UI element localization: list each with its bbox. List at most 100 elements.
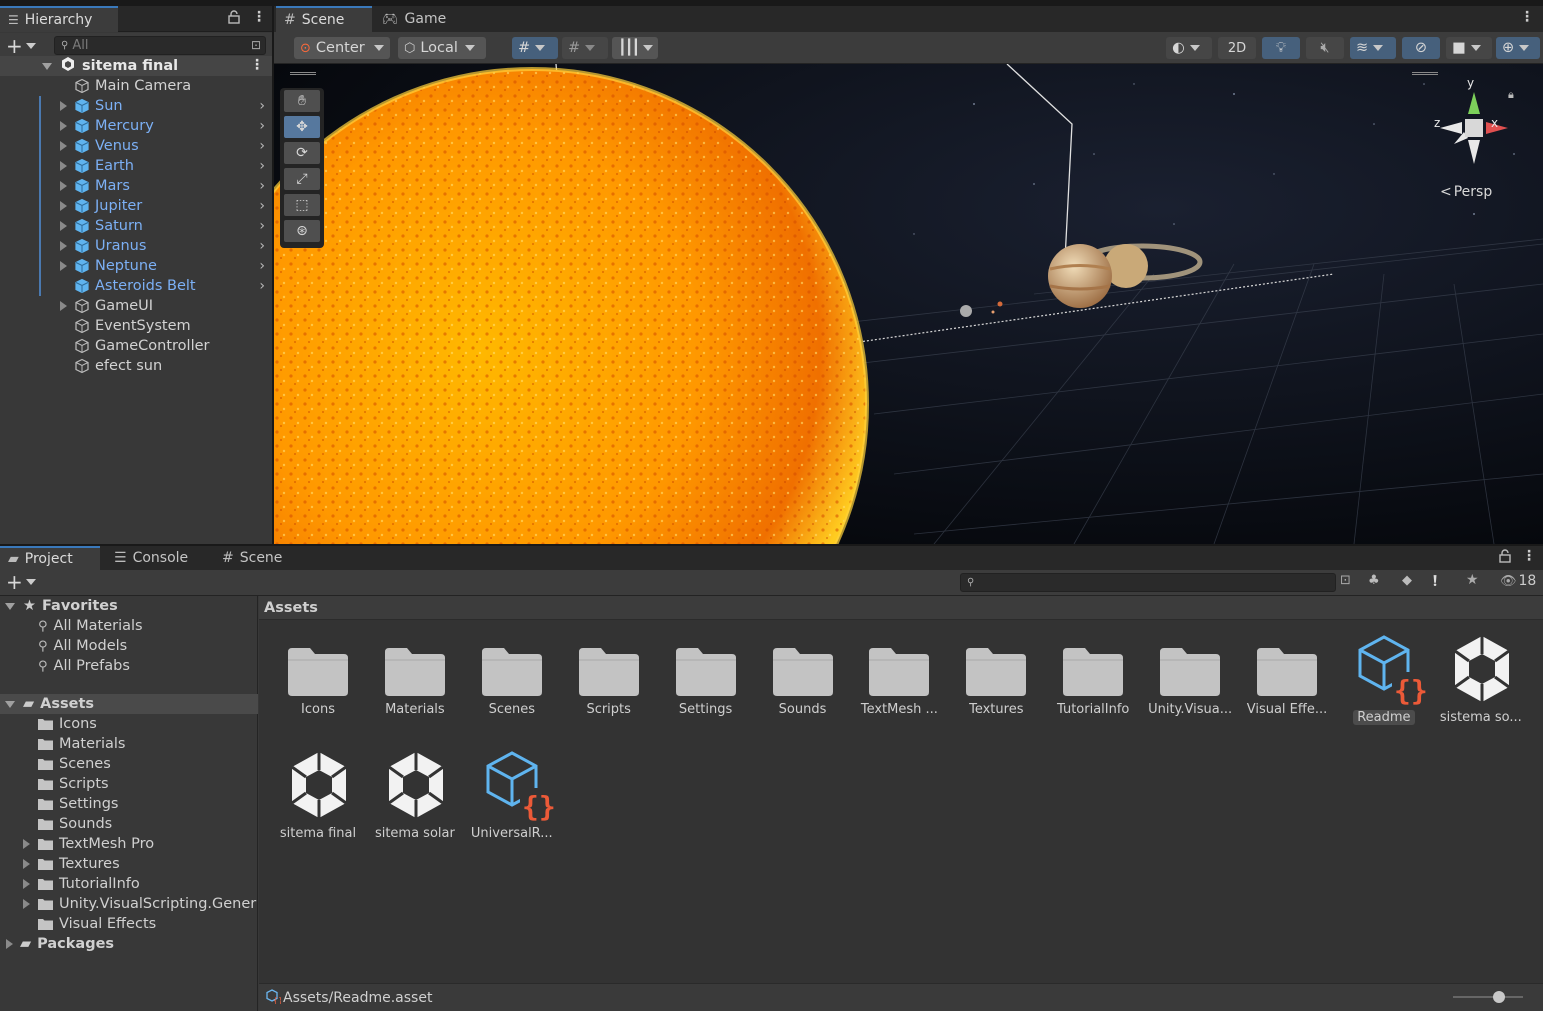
hierarchy-item[interactable]: Main Camera (0, 76, 272, 96)
chevron-right-icon[interactable]: › (259, 278, 265, 294)
expand-arrow-icon[interactable] (60, 201, 67, 211)
hierarchy-search-input[interactable]: ⚲ All ⊡ (54, 36, 266, 55)
tab-scene[interactable]: # Scene (276, 6, 372, 32)
expand-arrow-icon[interactable] (5, 602, 15, 610)
asset-folder-tile[interactable]: Materials (367, 646, 463, 717)
scene-asset-tile[interactable]: sitema solar (367, 752, 463, 841)
hierarchy-item[interactable]: EventSystem (0, 316, 272, 336)
asset-folder-item[interactable]: Sounds (0, 814, 258, 834)
projection-toggle[interactable]: < Persp (1440, 184, 1492, 200)
lighting-toggle[interactable]: 💡︎ (1262, 37, 1300, 59)
favorite-star-icon[interactable]: ★ (1466, 572, 1479, 588)
scene-visibility-toggle[interactable]: ⊘ (1402, 37, 1440, 59)
asset-folder-tile[interactable]: Unity.Visua... (1142, 646, 1238, 717)
expand-arrow-icon[interactable] (60, 241, 67, 251)
expand-arrow-icon[interactable] (60, 101, 67, 111)
favorite-item[interactable]: ⚲ All Models (0, 636, 258, 656)
favorite-item[interactable]: ⚲ All Prefabs (0, 656, 258, 676)
hand-tool-button[interactable]: ✋︎ (284, 90, 320, 112)
effects-dropdown[interactable]: ≋ (1350, 37, 1396, 59)
hierarchy-item[interactable]: Mars › (0, 176, 272, 196)
asset-folder-item[interactable]: Textures (0, 854, 258, 874)
asset-folder-item[interactable]: Materials (0, 734, 258, 754)
hierarchy-item[interactable]: Earth › (0, 156, 272, 176)
asset-folder-item[interactable]: TextMesh Pro (0, 834, 258, 854)
chevron-right-icon[interactable]: › (259, 218, 265, 234)
asset-folder-tile[interactable]: Settings (658, 646, 754, 717)
pivot-mode-dropdown[interactable]: ⊙ Center (294, 37, 390, 59)
asset-folder-item[interactable]: Scenes (0, 754, 258, 774)
hidden-packages-toggle[interactable]: 👁︎ 18 (1500, 573, 1536, 589)
favorites-row[interactable]: ★ Favorites (0, 596, 258, 616)
assets-root-row[interactable]: ▰ Assets (0, 694, 258, 714)
asset-folder-tile[interactable]: Textures (948, 646, 1044, 717)
grid-snap-toggle[interactable]: # (512, 37, 558, 59)
expand-arrow-icon[interactable] (60, 261, 67, 271)
asset-folder-item[interactable]: TutorialInfo (0, 874, 258, 894)
palette-grip-icon[interactable] (290, 72, 316, 75)
asset-folder-tile[interactable]: Sounds (755, 646, 851, 717)
expand-arrow-icon[interactable] (60, 161, 67, 171)
asset-folder-item[interactable]: Unity.VisualScripting.Gener (0, 894, 258, 914)
ruler-toggle[interactable]: ┃┃┃ (612, 37, 658, 59)
chevron-right-icon[interactable]: › (259, 238, 265, 254)
increment-snap-toggle[interactable]: # (562, 37, 608, 59)
asset-folder-tile[interactable]: Scripts (561, 646, 657, 717)
expand-arrow-icon[interactable] (42, 62, 52, 70)
hierarchy-item[interactable]: Asteroids Belt › (0, 276, 272, 296)
asset-folder-tile[interactable]: Icons (270, 646, 366, 717)
pivot-rotation-dropdown[interactable]: ⬡ Local (398, 37, 486, 59)
asset-folder-tile[interactable]: TextMesh ... (851, 646, 947, 717)
search-window-icon[interactable]: ⊡ (1340, 573, 1351, 588)
chevron-right-icon[interactable]: › (259, 258, 265, 274)
hierarchy-item[interactable]: Uranus › (0, 236, 272, 256)
project-lock-icon[interactable] (1499, 549, 1511, 567)
move-tool-button[interactable]: ✥ (284, 116, 320, 138)
tab-game[interactable]: 🎮︎ Game (374, 6, 454, 32)
lock-icon[interactable] (228, 10, 240, 28)
tab-hierarchy[interactable]: ☰ Hierarchy (0, 6, 118, 32)
script-asset-tile[interactable]: {} UniversalR... (464, 751, 560, 841)
add-object-button[interactable]: + (6, 34, 36, 58)
scene-viewport[interactable]: ✋︎ ✥ ⟳ ⤢ ⬚ ⊛ 🔒︎ y x z < Persp (274, 64, 1543, 544)
audio-toggle[interactable]: 🔇︎ (1306, 37, 1344, 59)
expand-arrow-icon[interactable] (60, 301, 67, 311)
chevron-right-icon[interactable]: › (259, 198, 265, 214)
hierarchy-item[interactable]: Neptune › (0, 256, 272, 276)
chevron-right-icon[interactable]: › (259, 138, 265, 154)
camera-settings-dropdown[interactable]: ■ (1446, 37, 1492, 59)
toggle-2d-button[interactable]: 2D (1218, 37, 1256, 59)
asset-folder-item[interactable]: Scripts (0, 774, 258, 794)
expand-arrow-icon[interactable] (5, 700, 15, 708)
asset-folder-tile[interactable]: Visual Effe... (1239, 646, 1335, 717)
asset-folder-item[interactable]: Settings (0, 794, 258, 814)
rotate-tool-button[interactable]: ⟳ (284, 142, 320, 164)
asset-folder-tile[interactable]: TutorialInfo (1045, 646, 1141, 717)
filter-type-icon[interactable]: ♣ (1368, 573, 1380, 588)
hierarchy-item[interactable]: efect sun (0, 356, 272, 376)
label-tag-icon[interactable]: ◆ (1402, 573, 1412, 588)
search-options-icon[interactable]: ⊡ (251, 38, 261, 52)
zoom-slider-track[interactable] (1453, 996, 1523, 998)
expand-arrow-icon[interactable] (23, 839, 30, 849)
zoom-slider-thumb[interactable] (1492, 991, 1505, 1003)
asset-folder-item[interactable]: Icons (0, 714, 258, 734)
project-kebab-icon[interactable]: ⋮ (1522, 548, 1536, 564)
rect-tool-button[interactable]: ⬚ (284, 194, 320, 216)
tab-console[interactable]: ☰ Console (106, 546, 206, 570)
expand-arrow-icon[interactable] (60, 221, 67, 231)
tab-scene-bottom[interactable]: # Scene (214, 546, 304, 570)
scene-asset-tile[interactable]: sistema so... (1433, 636, 1529, 725)
scale-tool-button[interactable]: ⤢ (284, 168, 320, 190)
expand-arrow-icon[interactable] (60, 181, 67, 191)
chevron-right-icon[interactable]: › (259, 178, 265, 194)
orientation-gizmo[interactable] (1434, 82, 1514, 168)
asset-folder-tile[interactable]: Scenes (464, 646, 560, 717)
warning-icon[interactable]: ❗︎ (1433, 572, 1437, 590)
asset-folder-item[interactable]: Visual Effects (0, 914, 258, 934)
breadcrumb-assets[interactable]: Assets (264, 600, 318, 616)
hierarchy-item[interactable]: GameUI (0, 296, 272, 316)
favorite-item[interactable]: ⚲ All Materials (0, 616, 258, 636)
project-search-input[interactable]: ⚲ (960, 573, 1336, 592)
scene-asset-tile[interactable]: sitema final (270, 752, 366, 841)
